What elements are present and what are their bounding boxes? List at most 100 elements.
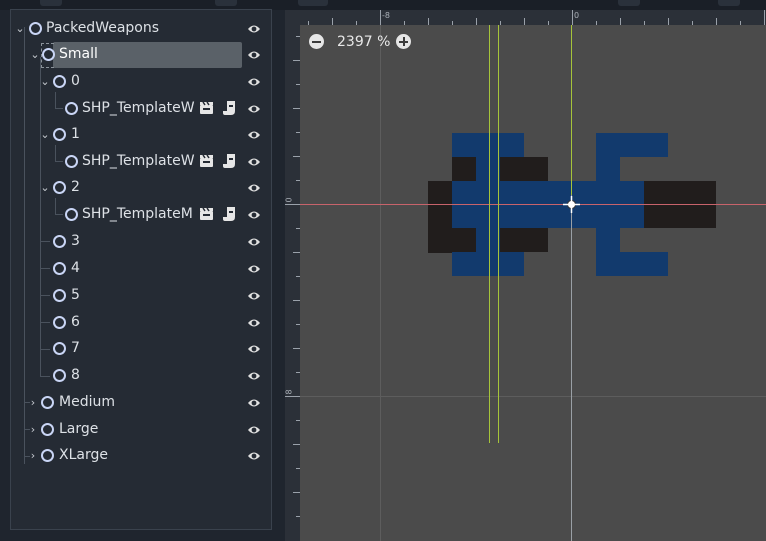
script-icon[interactable]: [223, 100, 236, 116]
ruler-label: 8: [284, 389, 294, 395]
tree-item-8[interactable]: 8: [11, 363, 271, 389]
node-icon: [53, 75, 66, 88]
visibility-eye-icon[interactable]: [247, 48, 261, 62]
ruler-ticks: [285, 36, 300, 517]
visibility-eye-icon[interactable]: [247, 75, 261, 89]
node-icon: [41, 449, 54, 462]
viewport-tab[interactable]: [618, 0, 640, 6]
sprite-blue-block: [452, 252, 524, 276]
viewport-tab[interactable]: [718, 0, 740, 6]
node-icon: [53, 262, 66, 275]
node-icon: [53, 181, 66, 194]
sprite-dark-block: [452, 157, 476, 181]
script-icon[interactable]: [223, 206, 236, 222]
tree-item-packedweapons[interactable]: ⌄ PackedWeapons: [11, 16, 271, 42]
node-icon: [53, 289, 66, 302]
dock-tab[interactable]: [215, 0, 237, 6]
sprite-dark-block: [500, 228, 548, 252]
visibility-eye-icon[interactable]: [247, 128, 261, 142]
tree-item-1[interactable]: ⌄ 1: [11, 122, 271, 148]
chevron-right-icon[interactable]: ›: [27, 450, 39, 462]
sprite-blue-block: [596, 157, 620, 181]
visibility-eye-icon[interactable]: [247, 181, 261, 195]
visibility-eye-icon[interactable]: [247, 289, 261, 303]
visibility-eye-icon[interactable]: [247, 155, 261, 169]
tree-item-3[interactable]: 3: [11, 229, 271, 255]
node-icon: [41, 423, 54, 436]
tree-item-shp-templatew[interactable]: SHP_TemplateW: [11, 149, 271, 175]
tree-item-label: 1: [71, 126, 80, 142]
ruler-label: -8: [382, 11, 390, 20]
viewport-canvas[interactable]: [300, 25, 766, 541]
chevron-down-icon[interactable]: ⌄: [14, 23, 26, 35]
viewport-toolbar: [278, 0, 766, 10]
visibility-eye-icon[interactable]: [247, 369, 261, 383]
node-icon: [65, 208, 78, 221]
sprite-blue-block: [596, 252, 668, 276]
visibility-eye-icon[interactable]: [247, 342, 261, 356]
zoom-out-button[interactable]: [309, 34, 324, 49]
chevron-right-icon[interactable]: ›: [27, 397, 39, 409]
tree-item-2[interactable]: ⌄ 2: [11, 175, 271, 201]
ruler-corner: [285, 10, 300, 25]
tree-item-label: 8: [71, 367, 80, 383]
tree-item-label: Large: [59, 421, 99, 437]
tree-item-4[interactable]: 4: [11, 256, 271, 282]
visibility-eye-icon[interactable]: [247, 316, 261, 330]
node-icon: [53, 369, 66, 382]
tree-item-label: 5: [71, 287, 80, 303]
clapperboard-icon[interactable]: [199, 207, 214, 221]
chevron-down-icon[interactable]: ⌄: [39, 129, 51, 141]
chevron-down-icon[interactable]: ⌄: [39, 76, 51, 88]
zoom-level[interactable]: 2397 %: [337, 34, 390, 50]
tree-item-large[interactable]: › Large: [11, 417, 271, 443]
chevron-down-icon[interactable]: ⌄: [29, 49, 41, 61]
sprite-dark-block: [428, 181, 452, 253]
tree-item-label: SHP_TemplateM: [82, 206, 193, 222]
chevron-right-icon[interactable]: ›: [27, 424, 39, 436]
tree-item-label: Small: [59, 46, 98, 62]
ruler-left[interactable]: 0 8: [285, 25, 300, 541]
tree-item-5[interactable]: 5: [11, 283, 271, 309]
viewport-tab[interactable]: [298, 0, 328, 6]
script-icon[interactable]: [223, 153, 236, 169]
tree-item-6[interactable]: 6: [11, 310, 271, 336]
tree-item-small[interactable]: ⌄ Small: [11, 42, 271, 68]
ruler-top[interactable]: -8 0: [285, 10, 766, 25]
visibility-eye-icon[interactable]: [247, 262, 261, 276]
zoom-in-button[interactable]: [396, 34, 411, 49]
tree-item-xlarge[interactable]: › XLarge: [11, 443, 271, 469]
tree-item-medium[interactable]: › Medium: [11, 390, 271, 416]
tree-item-label: SHP_TemplateW: [82, 153, 195, 169]
visibility-eye-icon[interactable]: [247, 22, 261, 36]
tree-item-0[interactable]: ⌄ 0: [11, 69, 271, 95]
tree-item-label: Medium: [59, 394, 115, 410]
scene-tree[interactable]: ⌄ PackedWeapons ⌄ Small ⌄ 0 SHP_Template…: [10, 9, 272, 530]
canvas-drawing: [300, 25, 766, 541]
visibility-eye-icon[interactable]: [247, 396, 261, 410]
visibility-eye-icon[interactable]: [247, 208, 261, 222]
tree-item-label: 3: [71, 233, 80, 249]
clapperboard-icon[interactable]: [199, 101, 214, 115]
tree-item-7[interactable]: 7: [11, 336, 271, 362]
node-icon: [42, 48, 55, 61]
tree-item-label: 4: [71, 260, 80, 276]
sprite-dark-block: [452, 228, 476, 252]
chevron-down-icon[interactable]: ⌄: [39, 182, 51, 194]
ruler-label: 0: [574, 11, 580, 20]
tree-item-shp-templatem[interactable]: SHP_TemplateM: [11, 202, 271, 228]
visibility-eye-icon[interactable]: [247, 102, 261, 116]
tree-item-label: 0: [71, 73, 80, 89]
sprite-dark-block: [500, 157, 548, 181]
ruler-ticks: [308, 10, 765, 25]
clapperboard-icon[interactable]: [199, 154, 214, 168]
tree-item-label: XLarge: [59, 447, 108, 463]
visibility-eye-icon[interactable]: [247, 423, 261, 437]
sprite-blue-block: [452, 133, 524, 157]
visibility-eye-icon[interactable]: [247, 449, 261, 463]
dock-tab[interactable]: [40, 0, 62, 6]
visibility-eye-icon[interactable]: [247, 235, 261, 249]
tree-item-label: 7: [71, 340, 80, 356]
tree-item-label: 2: [71, 179, 80, 195]
tree-item-shp-templatew[interactable]: SHP_TemplateW: [11, 96, 271, 122]
